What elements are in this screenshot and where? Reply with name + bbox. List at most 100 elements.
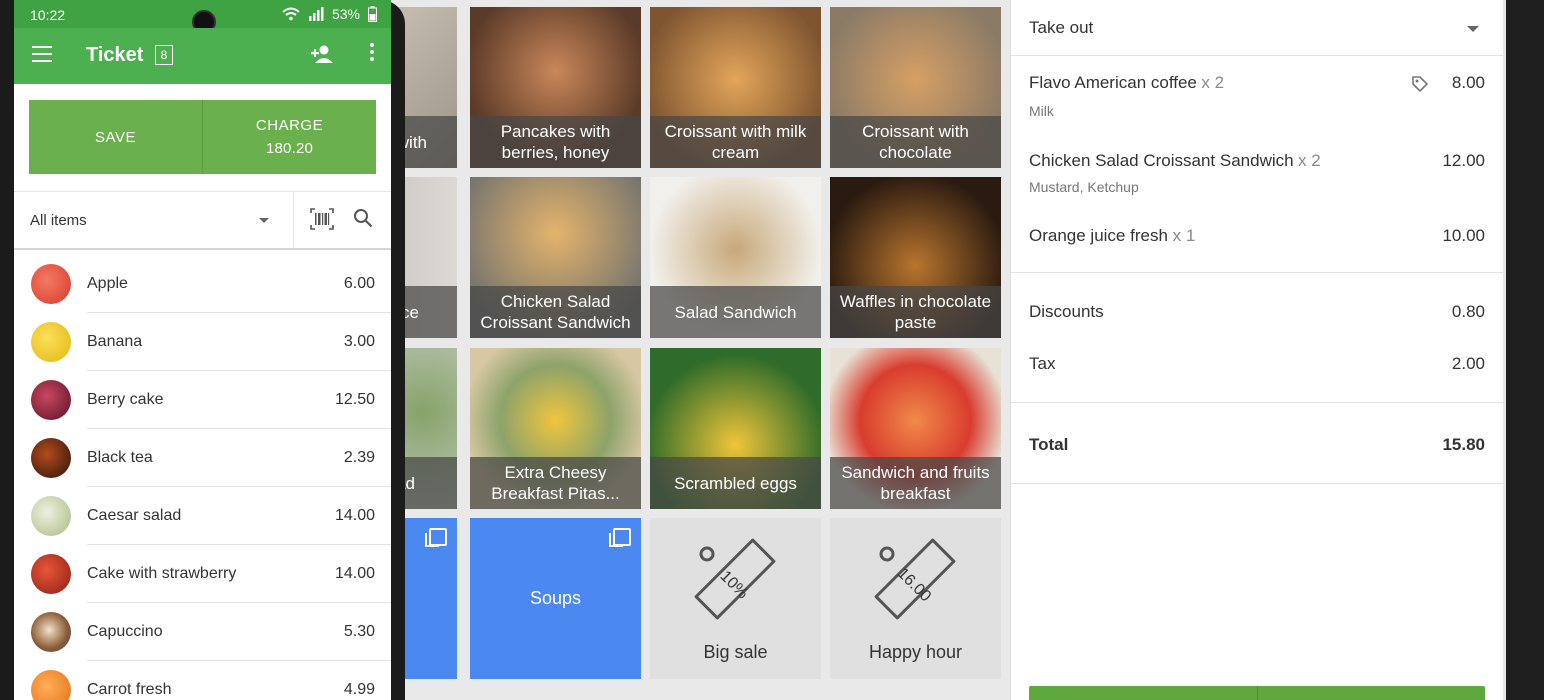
item-tile[interactable]: ce bbox=[396, 177, 457, 338]
item-name: Apple bbox=[87, 275, 128, 292]
item-tile-label: Croissant with chocolate bbox=[830, 116, 1001, 168]
discount-label: Happy hour bbox=[868, 642, 963, 662]
item-tile-label: Waffles in chocolate paste bbox=[830, 286, 1001, 338]
search-icon[interactable] bbox=[353, 208, 373, 228]
phone-screen: 10:22 53% Ticket 8 SAVE CHARGE 180.20 Al… bbox=[14, 0, 391, 700]
phone-device: 10:22 53% Ticket 8 SAVE CHARGE 180.20 Al… bbox=[0, 0, 405, 700]
list-item[interactable]: Apple 6.00 bbox=[14, 255, 391, 313]
item-thumbnail bbox=[31, 438, 71, 478]
item-price: 4.99 bbox=[343, 681, 375, 698]
tax-row: Tax 2.00 bbox=[1029, 354, 1485, 378]
item-tile[interactable]: Croissant with milk cream bbox=[650, 7, 821, 168]
more-options-icon[interactable] bbox=[369, 42, 375, 66]
status-icons: 53% bbox=[282, 6, 377, 22]
discount-tag-icon bbox=[1411, 75, 1429, 98]
item-tile[interactable]: Scrambled eggs bbox=[650, 348, 821, 509]
discount-tile-happy-hour[interactable]: 16.00 Happy hour bbox=[830, 518, 1001, 679]
item-price: 14.00 bbox=[334, 507, 375, 524]
item-tile[interactable]: Croissant with chocolate bbox=[830, 7, 1001, 168]
category-filter-select[interactable]: All items bbox=[30, 212, 87, 229]
item-tile[interactable]: Salad Sandwich bbox=[650, 177, 821, 338]
item-thumbnail bbox=[31, 322, 71, 362]
total-value: 15.80 bbox=[1442, 435, 1485, 454]
list-item[interactable]: Banana 3.00 bbox=[14, 313, 391, 371]
menu-icon[interactable] bbox=[32, 46, 52, 62]
list-item[interactable]: Capuccino 5.30 bbox=[14, 603, 391, 661]
page-title: Ticket bbox=[86, 44, 144, 66]
order-panel: Take out Flavo American coffee x 2 Milk … bbox=[1010, 0, 1503, 700]
discounts-row: Discounts 0.80 bbox=[1029, 302, 1485, 326]
item-price: 12.50 bbox=[334, 391, 375, 408]
dining-option-select[interactable]: Take out bbox=[1029, 18, 1485, 42]
item-tile-label: Chicken Salad Croissant Sandwich bbox=[470, 286, 641, 338]
ticket-actions: SAVE CHARGE 180.20 bbox=[29, 100, 376, 174]
order-line-qty: x 1 bbox=[1172, 226, 1196, 245]
order-line[interactable]: Flavo American coffee x 2 Milk 8.00 bbox=[1029, 73, 1485, 125]
item-tile-label: Pancakes with berries, honey bbox=[470, 116, 641, 168]
tablet-bezel bbox=[1506, 0, 1544, 700]
item-tile-label: Sandwich and fruits breakfast bbox=[830, 457, 1001, 509]
item-tile-label: Salad Sandwich bbox=[650, 286, 821, 338]
item-name: Carrot fresh bbox=[87, 681, 172, 698]
wifi-icon bbox=[282, 7, 300, 21]
order-line-note: Mustard, Ketchup bbox=[1029, 179, 1139, 195]
item-tile-label: ce bbox=[396, 286, 457, 338]
category-label: Soups bbox=[529, 588, 582, 608]
list-item[interactable]: Carrot fresh 4.99 bbox=[14, 661, 391, 700]
item-tile-label: Extra Cheesy Breakfast Pitas... bbox=[470, 457, 641, 509]
item-tile[interactable]: Pancakes with berries, honey bbox=[470, 7, 641, 168]
item-price: 5.30 bbox=[343, 623, 375, 640]
list-item[interactable]: Black tea 2.39 bbox=[14, 429, 391, 487]
save-button-label: SAVE bbox=[95, 128, 136, 146]
divider bbox=[1011, 272, 1503, 273]
chevron-down-icon bbox=[259, 218, 269, 223]
discount-tile-big-sale[interactable]: 10% Big sale bbox=[650, 518, 821, 679]
item-name: Caesar salad bbox=[87, 507, 182, 524]
status-bar: 10:22 53% bbox=[14, 0, 391, 34]
charge-button-label: CHARGE bbox=[255, 117, 324, 134]
item-name: Capuccino bbox=[87, 623, 163, 640]
order-line-name: Chicken Salad Croissant Sandwich bbox=[1029, 151, 1294, 170]
charge-amount: 180.20 bbox=[265, 140, 314, 157]
item-tile[interactable]: Waffles in chocolate paste bbox=[830, 177, 1001, 338]
item-price: 3.00 bbox=[343, 333, 375, 350]
signal-icon bbox=[308, 7, 324, 21]
barcode-scan-icon[interactable] bbox=[310, 208, 334, 230]
category-label: d bbox=[396, 518, 457, 679]
ticket-count-badge: 8 bbox=[155, 45, 173, 65]
category-tile-soups[interactable]: Soups bbox=[470, 518, 641, 679]
order-line[interactable]: Chicken Salad Croissant Sandwich x 2 Mus… bbox=[1029, 151, 1485, 203]
tablet-screen: with Pancakes with berries, honey Croiss… bbox=[396, 0, 1506, 700]
divider bbox=[293, 192, 294, 248]
order-line[interactable]: Orange juice fresh x 1 10.00 bbox=[1029, 226, 1485, 254]
item-list: Apple 6.00 Banana 3.00 Berry cake 12.50 … bbox=[14, 255, 391, 700]
list-item[interactable]: Cake with strawberry 14.00 bbox=[14, 545, 391, 603]
item-name: Banana bbox=[87, 333, 143, 350]
order-line-qty: x 2 bbox=[1298, 151, 1321, 170]
dining-option-value: Take out bbox=[1029, 18, 1094, 37]
item-tile-label: Scrambled eggs bbox=[650, 457, 821, 509]
discount-label: Big sale bbox=[703, 642, 768, 662]
add-customer-icon[interactable] bbox=[310, 44, 334, 70]
item-thumbnail bbox=[31, 670, 71, 700]
order-line-amount: 8.00 bbox=[1451, 73, 1485, 92]
charge-button[interactable] bbox=[1029, 686, 1485, 700]
app-bar: Ticket 8 bbox=[14, 28, 391, 84]
total-label: Total bbox=[1029, 435, 1069, 454]
order-line-amount: 10.00 bbox=[1442, 226, 1485, 245]
discount-tag-icon: 16.00 bbox=[874, 538, 956, 620]
order-line-name: Orange juice fresh bbox=[1029, 226, 1173, 245]
item-tile[interactable]: Chicken Salad Croissant Sandwich bbox=[470, 177, 641, 338]
list-item[interactable]: Caesar salad 14.00 bbox=[14, 487, 391, 545]
status-time: 10:22 bbox=[30, 7, 66, 23]
list-item[interactable]: Berry cake 12.50 bbox=[14, 371, 391, 429]
item-tile[interactable]: Extra Cheesy Breakfast Pitas... bbox=[470, 348, 641, 509]
charge-button[interactable]: CHARGE 180.20 bbox=[202, 100, 376, 174]
category-tile[interactable]: d bbox=[396, 518, 457, 679]
item-tile[interactable]: with bbox=[396, 7, 457, 168]
item-tile[interactable]: Sandwich and fruits breakfast bbox=[830, 348, 1001, 509]
tax-label: Tax bbox=[1029, 354, 1056, 373]
discounts-label: Discounts bbox=[1029, 302, 1104, 321]
save-button[interactable]: SAVE bbox=[29, 100, 202, 174]
item-tile[interactable]: ad bbox=[396, 348, 457, 509]
